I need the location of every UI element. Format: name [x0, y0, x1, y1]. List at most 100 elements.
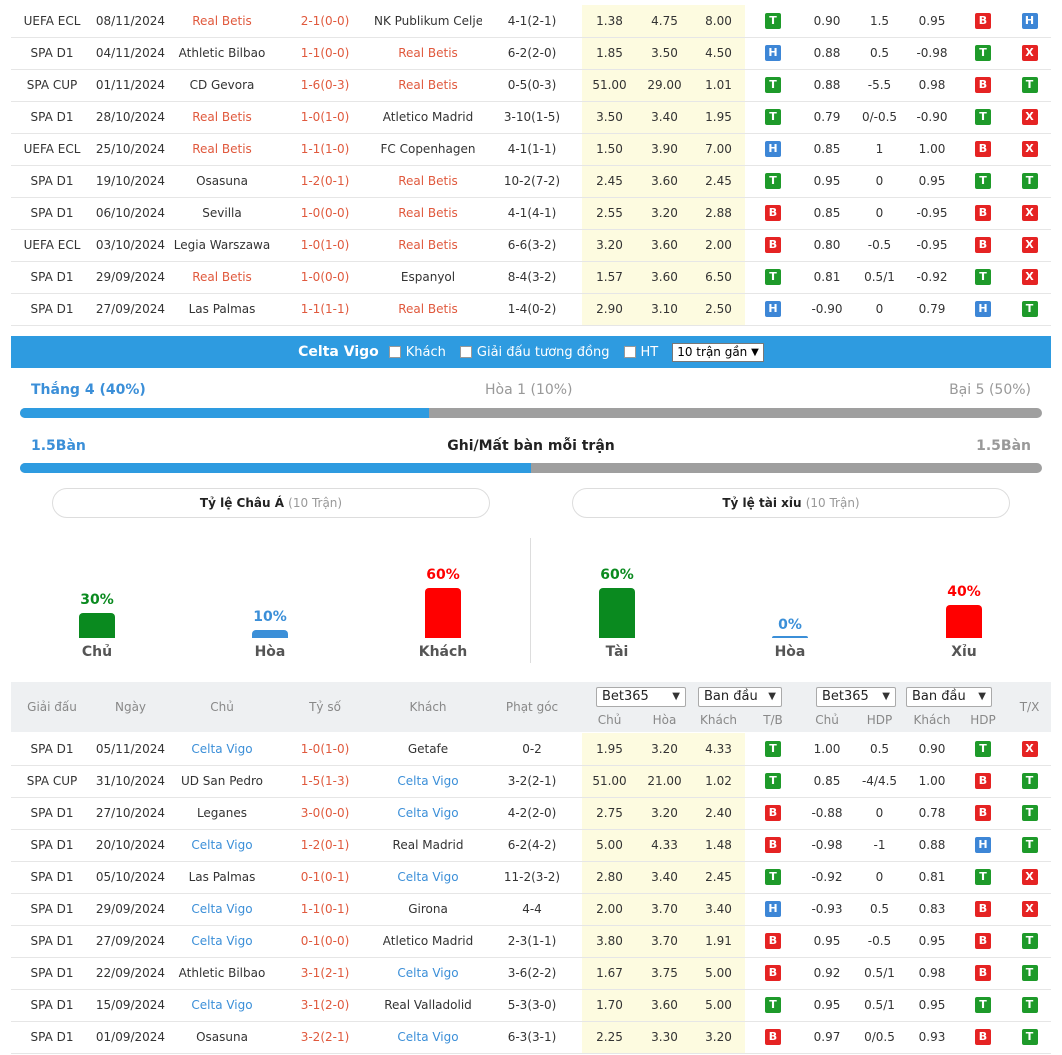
away-team-cell-text[interactable]: NK Publikum Celje — [374, 14, 482, 28]
score-cell-text[interactable]: 1-1(1-1) — [301, 302, 350, 316]
score-cell[interactable]: 1-0(1-0) — [276, 101, 374, 134]
home-team-cell-text[interactable]: Celta Vigo — [191, 742, 252, 756]
score-cell-text[interactable]: 1-0(0-0) — [301, 270, 350, 284]
home-team-cell[interactable]: Osasuna — [168, 1021, 276, 1054]
home-team-cell[interactable]: Real Betis — [168, 101, 276, 134]
score-cell[interactable]: 2-1(0-0) — [276, 5, 374, 38]
home-team-cell-text[interactable]: Sevilla — [202, 206, 241, 220]
table-row[interactable]: SPA D1 15/09/2024 Celta Vigo 3-1(2-0) Real V… — [11, 989, 1051, 1022]
away-team-cell-text[interactable]: Girona — [408, 902, 448, 916]
home-team-cell[interactable]: Celta Vigo — [168, 893, 276, 926]
away-team-cell[interactable]: Real Valladolid — [374, 989, 482, 1022]
score-cell-text[interactable]: 0-1(0-1) — [301, 870, 350, 884]
away-team-cell[interactable]: FC Copenhagen — [374, 133, 482, 166]
home-team-cell[interactable]: Sevilla — [168, 197, 276, 230]
score-cell[interactable]: 1-1(1-0) — [276, 133, 374, 166]
away-team-cell-text[interactable]: Real Betis — [398, 302, 458, 316]
away-checkbox[interactable]: Khách — [388, 345, 446, 360]
home-team-cell-text[interactable]: Osasuna — [196, 1030, 248, 1044]
score-cell-text[interactable]: 3-1(2-1) — [301, 966, 350, 980]
away-team-cell-text[interactable]: Celta Vigo — [397, 774, 458, 788]
away-team-cell[interactable]: Real Betis — [374, 197, 482, 230]
away-team-cell-text[interactable]: Real Betis — [398, 238, 458, 252]
home-team-cell-text[interactable]: Athletic Bilbao — [179, 966, 266, 980]
home-team-cell-text[interactable]: Celta Vigo — [191, 998, 252, 1012]
score-cell-text[interactable]: 1-2(0-1) — [301, 174, 350, 188]
score-cell-text[interactable]: 1-1(0-0) — [301, 46, 350, 60]
score-cell[interactable]: 0-1(0-0) — [276, 925, 374, 958]
home-team-cell[interactable]: Celta Vigo — [168, 925, 276, 958]
table-row[interactable]: UEFA ECL 25/10/2024 Real Betis 1-1(1-0) FC C… — [11, 133, 1051, 166]
home-team-cell[interactable]: Real Betis — [168, 133, 276, 166]
score-cell[interactable]: 3-0(0-0) — [276, 797, 374, 830]
away-team-cell[interactable]: Real Betis — [374, 293, 482, 326]
away-team-cell[interactable]: Celta Vigo — [374, 765, 482, 798]
home-team-cell-text[interactable]: Real Betis — [192, 142, 252, 156]
score-cell[interactable]: 1-0(1-0) — [276, 229, 374, 262]
away-team-cell-text[interactable]: Celta Vigo — [397, 966, 458, 980]
table-row[interactable]: SPA D1 06/10/2024 Sevilla 1-0(0-0) Real Beti… — [11, 197, 1051, 230]
home-team-cell[interactable]: Celta Vigo — [168, 829, 276, 862]
score-cell[interactable]: 1-1(0-0) — [276, 37, 374, 70]
away-team-cell[interactable]: Real Madrid — [374, 829, 482, 862]
home-team-cell[interactable]: Las Palmas — [168, 293, 276, 326]
away-team-cell[interactable]: Girona — [374, 893, 482, 926]
home-team-cell[interactable]: Celta Vigo — [168, 989, 276, 1022]
score-cell[interactable]: 1-6(0-3) — [276, 69, 374, 102]
score-cell-text[interactable]: 1-2(0-1) — [301, 838, 350, 852]
home-team-cell-text[interactable]: Real Betis — [192, 110, 252, 124]
score-cell-text[interactable]: 1-5(1-3) — [301, 774, 350, 788]
asian-handicap-pill[interactable]: Tỷ lệ Châu Á (10 Trận) — [52, 488, 490, 518]
home-team-cell-text[interactable]: Celta Vigo — [191, 902, 252, 916]
score-cell-text[interactable]: 1-0(1-0) — [301, 742, 350, 756]
home-team-cell[interactable]: CD Gevora — [168, 69, 276, 102]
home-team-cell[interactable]: Legia Warszawa — [168, 229, 276, 262]
away-team-cell[interactable]: Getafe — [374, 733, 482, 766]
table-row[interactable]: SPA CUP 01/11/2024 CD Gevora 1-6(0-3) Real B… — [11, 69, 1051, 102]
odds-type-select-1[interactable]: Ban đầu ▼ — [698, 687, 782, 707]
match-count-select[interactable]: 10 trận gần ▼ — [672, 342, 764, 362]
odds-type-select-2[interactable]: Ban đầu ▼ — [906, 687, 992, 707]
away-team-cell-text[interactable]: Real Betis — [398, 174, 458, 188]
table-row[interactable]: SPA CUP 31/10/2024 UD San Pedro 1-5(1-3) Cel… — [11, 765, 1051, 798]
home-team-cell-text[interactable]: Las Palmas — [189, 302, 256, 316]
away-team-cell-text[interactable]: Real Betis — [398, 46, 458, 60]
table-row[interactable]: SPA D1 20/10/2024 Celta Vigo 1-2(0-1) Real M… — [11, 829, 1051, 862]
score-cell-text[interactable]: 1-0(1-0) — [301, 238, 350, 252]
checkbox-box[interactable] — [388, 346, 401, 358]
away-team-cell-text[interactable]: FC Copenhagen — [381, 142, 476, 156]
score-cell-text[interactable]: 1-1(1-0) — [301, 142, 350, 156]
table-row[interactable]: SPA D1 28/10/2024 Real Betis 1-0(1-0) Atleti… — [11, 101, 1051, 134]
table-row[interactable]: SPA D1 05/10/2024 Las Palmas 0-1(0-1) Celta … — [11, 861, 1051, 894]
home-team-cell[interactable]: Celta Vigo — [168, 733, 276, 766]
away-team-cell-text[interactable]: Celta Vigo — [397, 806, 458, 820]
home-team-cell-text[interactable]: Legia Warszawa — [174, 238, 270, 252]
table-row[interactable]: SPA D1 19/10/2024 Osasuna 1-2(0-1) Real Beti… — [11, 165, 1051, 198]
score-cell-text[interactable]: 0-1(0-0) — [301, 934, 350, 948]
score-cell[interactable]: 3-2(2-1) — [276, 1021, 374, 1054]
away-team-cell-text[interactable]: Real Valladolid — [384, 998, 472, 1012]
home-team-cell[interactable]: Athletic Bilbao — [168, 37, 276, 70]
away-team-cell[interactable]: Celta Vigo — [374, 957, 482, 990]
score-cell[interactable]: 1-0(0-0) — [276, 197, 374, 230]
score-cell[interactable]: 1-0(1-0) — [276, 733, 374, 766]
away-team-cell[interactable]: Real Betis — [374, 165, 482, 198]
ht-checkbox[interactable]: HT — [623, 345, 658, 360]
score-cell-text[interactable]: 1-0(0-0) — [301, 206, 350, 220]
score-cell-text[interactable]: 3-2(2-1) — [301, 1030, 350, 1044]
over-under-pill[interactable]: Tỷ lệ tài xỉu (10 Trận) — [572, 488, 1010, 518]
away-team-cell[interactable]: NK Publikum Celje — [374, 5, 482, 38]
home-team-cell-text[interactable]: Leganes — [197, 806, 247, 820]
table-row[interactable]: SPA D1 05/11/2024 Celta Vigo 1-0(1-0) Getafe… — [11, 733, 1051, 766]
score-cell[interactable]: 1-1(1-1) — [276, 293, 374, 326]
away-team-cell[interactable]: Real Betis — [374, 229, 482, 262]
away-team-cell-text[interactable]: Real Betis — [398, 206, 458, 220]
table-row[interactable]: UEFA ECL 08/11/2024 Real Betis 2-1(0-0) NK P… — [11, 5, 1051, 38]
score-cell[interactable]: 1-2(0-1) — [276, 829, 374, 862]
away-team-cell[interactable]: Celta Vigo — [374, 1021, 482, 1054]
away-team-cell-text[interactable]: Atletico Madrid — [383, 934, 473, 948]
score-cell[interactable]: 3-1(2-1) — [276, 957, 374, 990]
checkbox-box[interactable] — [623, 346, 636, 358]
home-team-cell[interactable]: Real Betis — [168, 5, 276, 38]
away-team-cell-text[interactable]: Atletico Madrid — [383, 110, 473, 124]
